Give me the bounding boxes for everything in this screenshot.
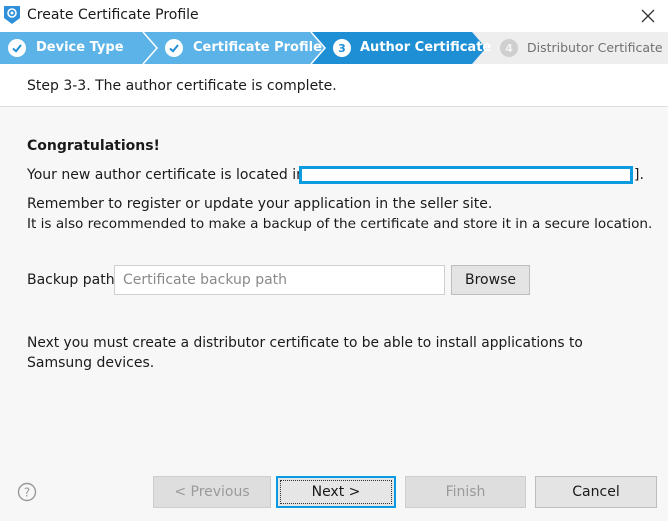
wizard-step-bar: Device Type Certificate Profile 3 Author… [0,32,668,64]
checkmark-icon [169,44,179,53]
step-label-distributor-certificate: Distributor Certificate [527,40,663,55]
close-icon [641,9,655,23]
next-step-info-line1: Next you must create a distributor certi… [27,335,583,351]
close-button[interactable] [636,5,660,27]
cancel-button[interactable]: Cancel [535,476,657,508]
congratulations-heading: Congratulations! [27,138,160,154]
title-bar: Create Certificate Profile [0,0,668,32]
step-done-icon [165,39,183,57]
location-suffix-text: ]. [634,167,644,183]
location-prefix-text: Your new author certificate is located i… [27,167,315,183]
wizard-content: Congratulations! Your new author certifi… [0,106,668,455]
step-number-badge: 3 [333,39,351,57]
step-label-author-certificate[interactable]: Author Certificate [360,40,491,55]
backup-path-label: Backup path [27,272,115,288]
checkmark-icon [12,44,22,53]
certificate-app-icon [4,6,20,24]
reminder-text-line1: Remember to register or update your appl… [27,196,493,212]
step-label-certificate-profile[interactable]: Certificate Profile [193,40,322,55]
step-done-icon [8,39,26,57]
backup-path-input[interactable] [114,265,445,295]
wizard-header: Step 3-3. The author certificate is comp… [0,64,668,106]
step-description: Step 3-3. The author certificate is comp… [27,78,337,94]
step-number-badge: 4 [500,39,518,57]
reminder-text-line2: It is also recommended to make a backup … [27,216,653,232]
wizard-footer: ? < Previous Next > Finish Cancel [0,455,668,521]
previous-button[interactable]: < Previous [153,476,271,508]
finish-button[interactable]: Finish [405,476,526,508]
next-button[interactable]: Next > [276,476,396,508]
help-icon[interactable]: ? [17,482,37,502]
certificate-location-highlight[interactable] [299,166,633,184]
next-step-info-line2: Samsung devices. [27,355,155,371]
window-title: Create Certificate Profile [27,7,199,23]
svg-text:?: ? [24,486,30,500]
browse-button[interactable]: Browse [451,265,530,295]
step-label-device-type[interactable]: Device Type [36,40,124,55]
